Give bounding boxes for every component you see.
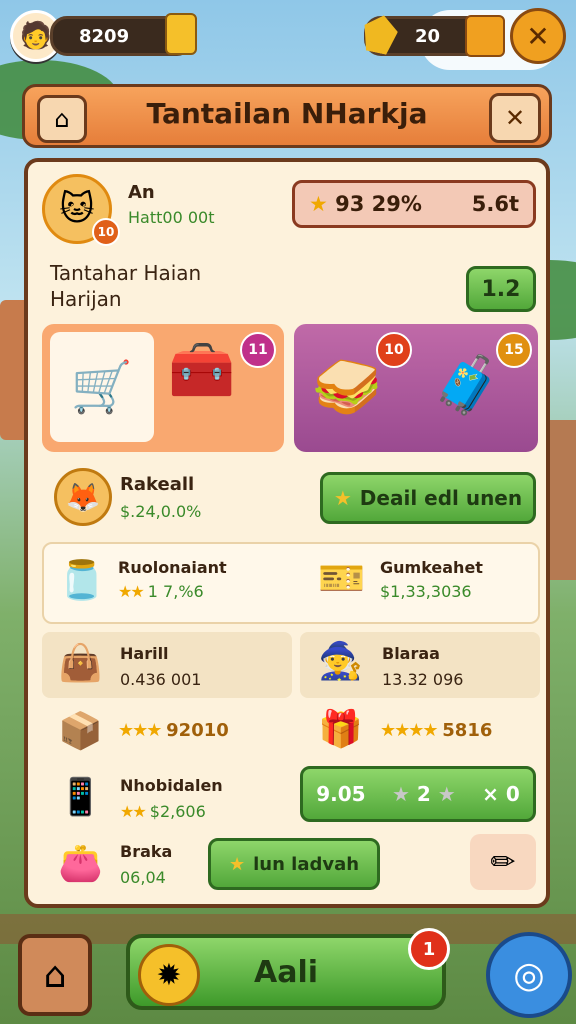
daily-panel: ⌂ Tantailan NHarkja ✕ 🐱 10 An Hatt00 00t… — [22, 84, 552, 914]
bag-item-icon[interactable]: 👜 — [58, 642, 103, 684]
star-icon: ★ — [333, 486, 352, 510]
exchange-bar[interactable]: 9.05 ★ 2 ★ × 0 — [300, 766, 536, 822]
panel-body: 🐱 10 An Hatt00 00t ★ 93 29% 5.6t Tantaha… — [24, 158, 550, 908]
profile-subtitle: Hatt00 00t — [128, 208, 215, 227]
notification-badge: 1 — [408, 928, 450, 970]
panel-title: Tantailan NHarkja — [146, 97, 428, 130]
item-value: 13.32 096 — [382, 670, 464, 689]
card1-badge: 11 — [240, 332, 276, 368]
phone-item-icon[interactable]: 📱 — [58, 776, 103, 818]
panel-header: ⌂ Tantailan NHarkja ✕ — [22, 84, 552, 148]
chest-icon: 🧳 — [432, 353, 502, 418]
item-name: Ruolonaiant — [118, 558, 227, 577]
profile-stats: ★ 93 29% 5.6t — [292, 180, 536, 228]
item-value: 0.436 001 — [120, 670, 202, 689]
reward-card-food[interactable]: 🥪 🧳 10 15 — [294, 324, 538, 452]
player-name: Rakeall — [120, 474, 195, 495]
stat-right-value: 5.6t — [471, 192, 519, 216]
close-icon[interactable]: ✕ — [510, 8, 566, 64]
crate-item-icon[interactable]: 🎁 — [318, 708, 363, 750]
main-action-label: Aali — [253, 954, 319, 990]
gem-icon — [359, 12, 400, 56]
profile-name: An — [128, 182, 155, 203]
jar-item-icon[interactable]: 🫙 — [58, 558, 105, 603]
star-icon: ★ — [228, 853, 246, 875]
coin-amount: 8209 — [79, 25, 130, 47]
item-value: ★★ 1 7,%6 — [118, 582, 204, 601]
gem-counter: 20 — [364, 16, 505, 57]
exchange-right: × 0 — [482, 782, 520, 806]
lunchbox-icon: 🧰 — [168, 338, 236, 401]
stat-star-percent: ★ 93 29% — [309, 192, 422, 216]
item-name: Gumkeahet — [380, 558, 483, 577]
player-value: $.24,0.0% — [120, 502, 202, 521]
lun-button-label: lun ladvah — [253, 853, 360, 875]
item-name: Harill — [120, 644, 169, 663]
lun-button[interactable]: ★ lun ladvah — [208, 838, 380, 890]
jar-icon[interactable] — [165, 13, 197, 55]
reward-card-wagon[interactable]: 🛒 🧰 11 — [42, 324, 284, 452]
home-icon[interactable]: ⌂ — [18, 934, 92, 1016]
section-title: Tantahar Haian Harijan — [50, 260, 201, 312]
gem-amount: 20 — [415, 25, 441, 47]
coin-counter: 8209 — [50, 13, 197, 56]
home-icon[interactable]: ⌂ — [37, 95, 87, 143]
item-rating: ★★★ 92010 — [118, 720, 229, 741]
top-hud: 🧑 8209 20 ✕ — [0, 0, 576, 70]
purse-item-icon[interactable]: 👛 — [58, 842, 103, 884]
value-button[interactable]: 1.2 — [466, 266, 536, 312]
item-value: 06,04 — [120, 868, 166, 887]
sun-icon: ✹ — [138, 944, 200, 1006]
section-title-line1: Tantahar Haian — [50, 261, 202, 285]
box-item-icon[interactable]: 📦 — [58, 710, 103, 752]
panel-close-button[interactable]: ✕ — [489, 93, 541, 143]
level-badge: 10 — [92, 218, 120, 246]
bread-icon: 🥪 — [312, 355, 382, 420]
wagon-icon: 🛒 — [50, 332, 154, 442]
item-name: Nhobidalen — [120, 776, 223, 795]
section-title-line2: Harijan — [50, 287, 122, 311]
fox-avatar-icon: 🦊 — [54, 468, 112, 526]
compass-icon[interactable]: ◎ — [486, 932, 572, 1018]
card2-badge-b: 15 — [496, 332, 532, 368]
item-value: ★★ $2,606 — [120, 802, 206, 821]
item-name: Blaraa — [382, 644, 440, 663]
character-item-icon[interactable]: 🧙 — [318, 640, 363, 682]
card2-badge-a: 10 — [376, 332, 412, 368]
ticket-item-icon[interactable]: 🎫 — [318, 556, 365, 601]
deal-button[interactable]: ★ Deail edl unen — [320, 472, 536, 524]
item-rating: ★★★★ 5816 — [380, 720, 493, 741]
stat-left-value: 93 29% — [335, 192, 422, 216]
exchange-middle: ★ 2 ★ — [391, 782, 456, 806]
pencil-icon[interactable]: ✏ — [470, 834, 536, 890]
gift-icon[interactable] — [465, 15, 505, 57]
exchange-left: 9.05 — [316, 782, 366, 806]
item-name: Braka — [120, 842, 173, 861]
deal-button-label: Deail edl unen — [359, 486, 523, 510]
item-value: $1,33,3036 — [380, 582, 472, 601]
